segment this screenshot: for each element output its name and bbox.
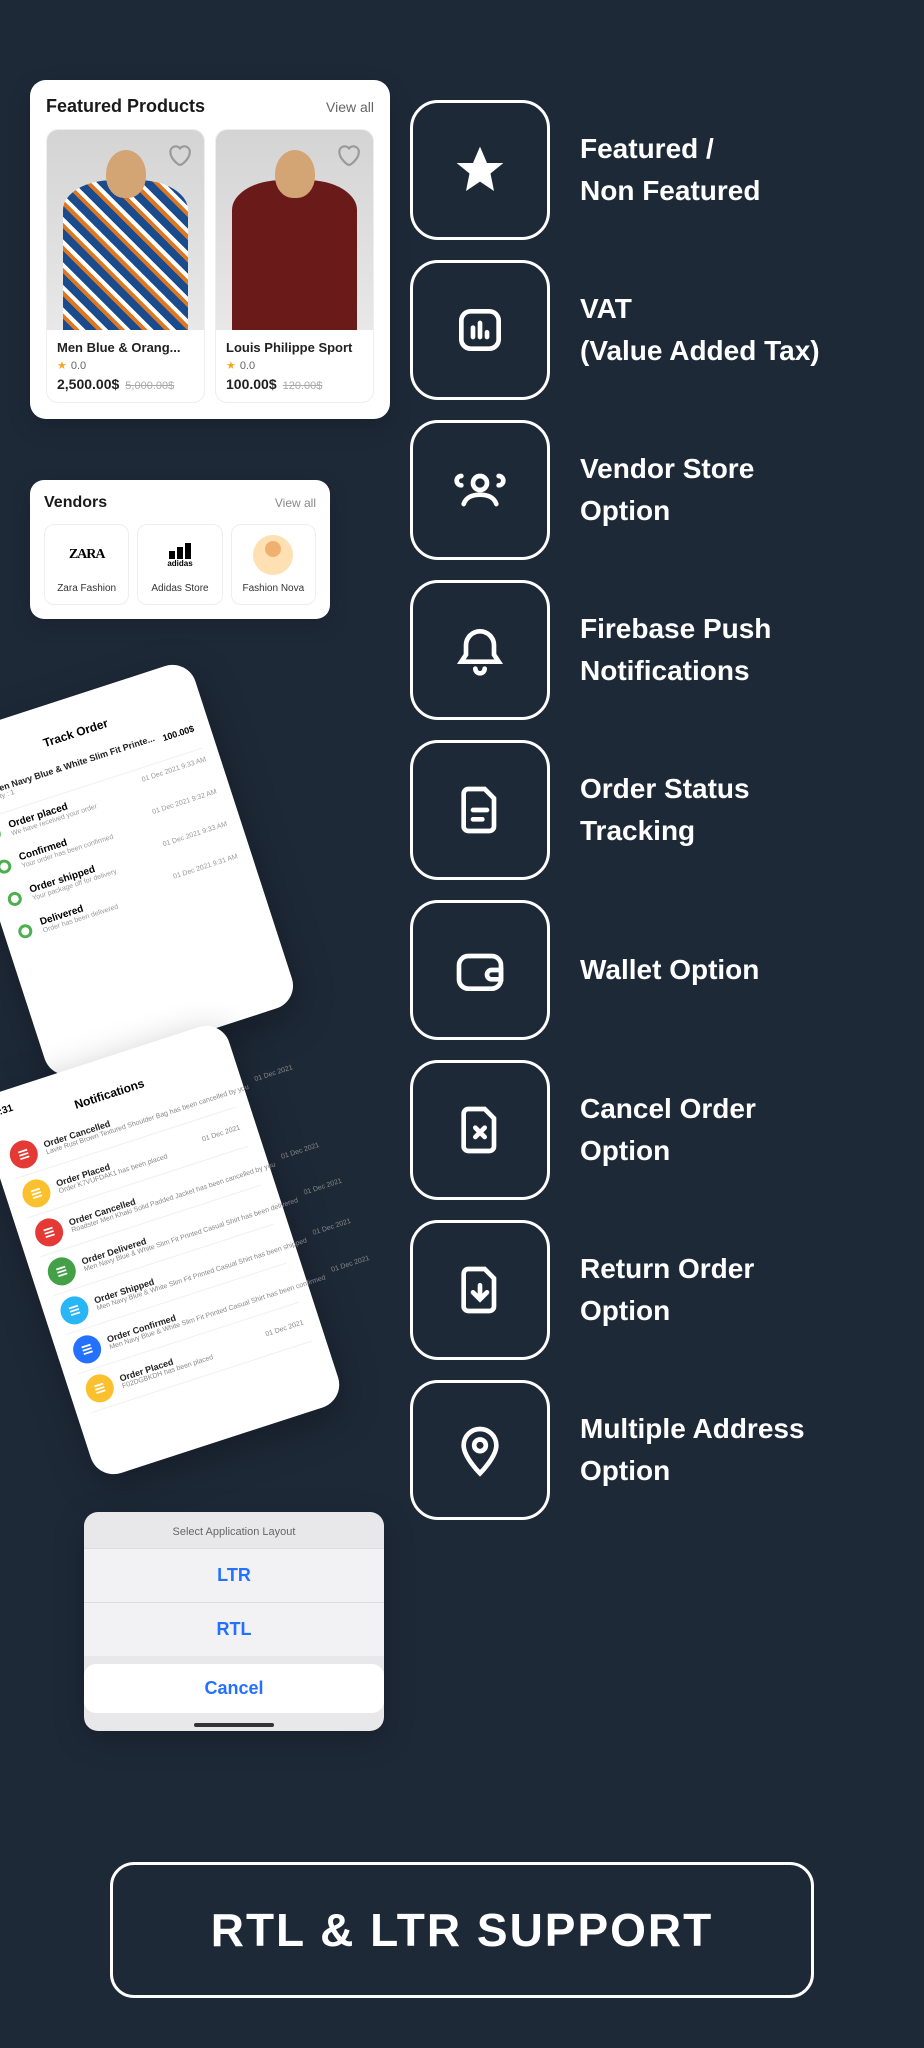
dialog-option-rtl[interactable]: RTL: [84, 1602, 384, 1656]
feature-label: VAT(Value Added Tax): [580, 288, 820, 372]
product-name: Men Blue & Orang...: [57, 340, 194, 355]
dialog-cancel-button[interactable]: Cancel: [84, 1664, 384, 1713]
notification-status-icon: [6, 1137, 41, 1172]
step-dot-icon: [0, 858, 13, 876]
rtl-ltr-banner: RTL & LTR SUPPORT: [110, 1862, 814, 1998]
feature-label: Firebase PushNotifications: [580, 608, 771, 692]
feature-row: Return OrderOption: [410, 1220, 754, 1360]
doc-x-icon: [410, 1060, 550, 1200]
product-card[interactable]: Louis Philippe Sport ★ 0.0 100.00$ 120.00…: [215, 129, 374, 403]
featured-products-card: Featured Products View all Men Blue & Or…: [30, 80, 390, 419]
home-indicator: [194, 1723, 274, 1727]
doc-icon: [410, 740, 550, 880]
featured-view-all[interactable]: View all: [326, 99, 374, 115]
doc-down-icon: [410, 1220, 550, 1360]
notification-date: 01 Dec 2021: [254, 1064, 294, 1083]
star-icon: ★: [57, 359, 67, 372]
avatar-icon: [253, 535, 293, 575]
feature-row: Vendor StoreOption: [410, 420, 754, 560]
feature-row: Cancel OrderOption: [410, 1060, 756, 1200]
product-old-price: 120.00$: [283, 380, 323, 392]
feature-row: Wallet Option: [410, 900, 759, 1040]
feature-row: Order StatusTracking: [410, 740, 750, 880]
notification-status-icon: [70, 1332, 105, 1367]
dialog-option-ltr[interactable]: LTR: [84, 1548, 384, 1602]
notification-date: 01 Dec 2021: [280, 1141, 320, 1160]
feature-label: Order StatusTracking: [580, 768, 750, 852]
group-icon: [410, 420, 550, 560]
vendor-name: Adidas Store: [151, 583, 208, 594]
featured-title: Featured Products: [46, 96, 205, 117]
vendors-view-all[interactable]: View all: [275, 496, 316, 510]
heart-icon[interactable]: [335, 142, 361, 168]
notification-date: 01 Dec 2021: [330, 1254, 370, 1273]
feature-label: Multiple AddressOption: [580, 1408, 805, 1492]
feature-row: Firebase PushNotifications: [410, 580, 771, 720]
product-old-price: 5,000.00$: [125, 380, 174, 392]
vendor-name: Fashion Nova: [242, 583, 304, 594]
step-dot-icon: [0, 825, 3, 843]
notification-status-icon: [31, 1215, 66, 1250]
notification-status-icon: [44, 1254, 79, 1289]
vendor-tile[interactable]: Fashion Nova: [231, 524, 316, 605]
banner-text: RTL & LTR SUPPORT: [133, 1903, 791, 1957]
star-icon: ★: [226, 359, 236, 372]
heart-icon[interactable]: [166, 142, 192, 168]
feature-row: Multiple AddressOption: [410, 1380, 805, 1520]
notification-status-icon: [19, 1176, 54, 1211]
feature-label: Cancel OrderOption: [580, 1088, 756, 1172]
wallet-icon: [410, 900, 550, 1040]
notification-date: 01 Dec 2021: [201, 1124, 241, 1143]
dialog-title: Select Application Layout: [84, 1512, 384, 1548]
notifications-screen: 6:31 Notifications Order Cancelled Lavie…: [0, 1020, 345, 1481]
notification-date: 01 Dec 2021: [312, 1217, 352, 1236]
feature-label: Vendor StoreOption: [580, 448, 754, 532]
feature-row: Featured /Non Featured: [410, 100, 760, 240]
step-dot-icon: [16, 922, 34, 940]
product-card[interactable]: Men Blue & Orang... ★ 0.0 2,500.00$ 5,000…: [46, 129, 205, 403]
product-rating: 0.0: [240, 360, 255, 372]
product-image: [47, 130, 204, 330]
product-price: 100.00$: [226, 376, 277, 392]
order-price: 100.00$: [161, 723, 195, 743]
layout-dialog: Select Application Layout LTR RTL Cancel: [84, 1512, 384, 1731]
feature-row: VAT(Value Added Tax): [410, 260, 820, 400]
step-dot-icon: [6, 890, 24, 908]
product-price: 2,500.00$: [57, 376, 119, 392]
vendor-tile[interactable]: adidas Adidas Store: [137, 524, 222, 605]
adidas-logo: adidas: [155, 535, 205, 575]
notification-date: 01 Dec 2021: [303, 1177, 343, 1196]
track-order-screen: 5:04 Track Order Men Navy Blue & White S…: [0, 659, 299, 1082]
zara-logo: ZARA: [62, 535, 112, 575]
product-name: Louis Philippe Sport: [226, 340, 363, 355]
product-rating: 0.0: [71, 360, 86, 372]
pin-icon: [410, 1380, 550, 1520]
vendors-card: Vendors View all ZARA Zara Fashion adida…: [30, 480, 330, 619]
star-icon: [410, 100, 550, 240]
vendors-title: Vendors: [44, 494, 107, 512]
vendor-tile[interactable]: ZARA Zara Fashion: [44, 524, 129, 605]
feature-label: Return OrderOption: [580, 1248, 754, 1332]
bell-icon: [410, 580, 550, 720]
notification-status-icon: [82, 1371, 117, 1406]
product-image: [216, 130, 373, 330]
notification-date: 01 Dec 2021: [264, 1319, 304, 1338]
vendor-name: Zara Fashion: [57, 583, 116, 594]
feature-label: Featured /Non Featured: [580, 128, 760, 212]
notification-status-icon: [57, 1293, 92, 1328]
chart-icon: [410, 260, 550, 400]
feature-label: Wallet Option: [580, 949, 759, 991]
